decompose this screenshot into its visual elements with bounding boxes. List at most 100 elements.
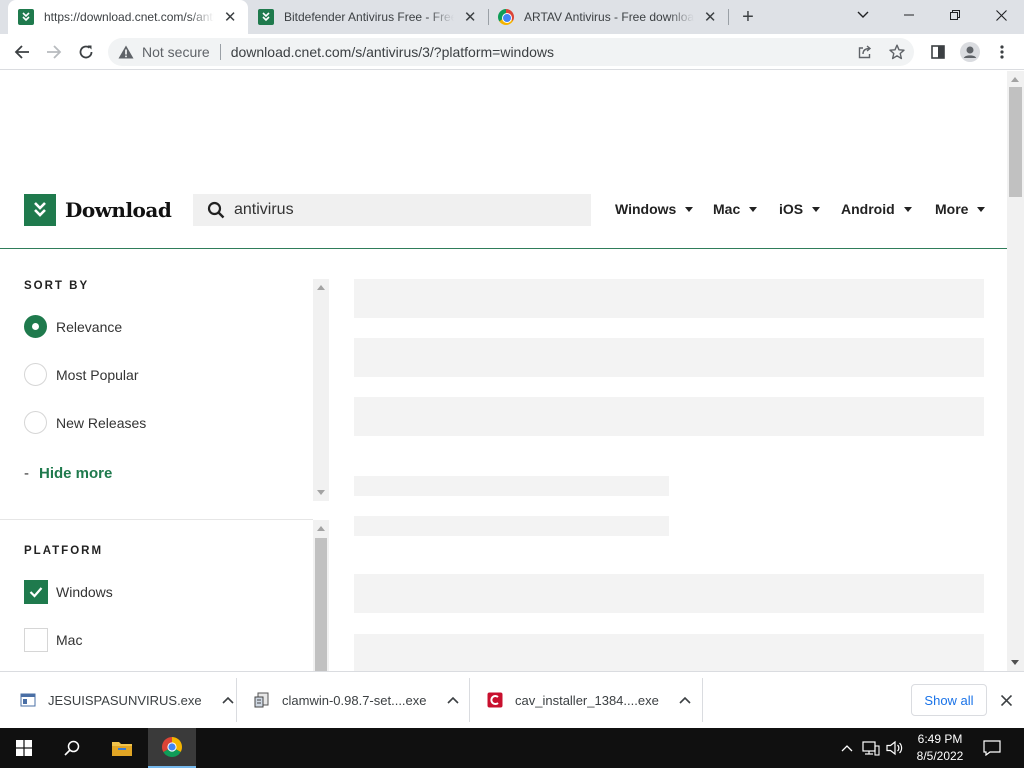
nav-ios[interactable]: iOS	[779, 201, 821, 217]
cnet-icon	[258, 9, 274, 25]
forward-icon[interactable]	[42, 40, 66, 64]
tab-title: ARTAV Antivirus - Free download	[524, 10, 695, 24]
reload-icon[interactable]	[74, 40, 98, 64]
tab-search-icon[interactable]	[840, 0, 886, 30]
radio-icon[interactable]	[24, 363, 47, 386]
windows-logo-icon	[16, 740, 32, 756]
sort-new-releases[interactable]: New Releases	[24, 411, 146, 434]
address-bar[interactable]: Not secure download.cnet.com/s/antivirus…	[108, 38, 914, 66]
url-text[interactable]: download.cnet.com/s/antivirus/3/?platfor…	[231, 44, 554, 60]
security-label[interactable]: Not secure	[142, 44, 210, 60]
tab-cnet-search[interactable]: https://download.cnet.com/s/antivirus/3/…	[8, 0, 248, 34]
show-all-button[interactable]: Show all	[911, 684, 987, 716]
tray-overflow-icon[interactable]	[838, 728, 856, 768]
new-tab-button[interactable]: +	[738, 6, 758, 28]
nav-label: More	[935, 201, 969, 217]
nav-label: Android	[841, 201, 895, 217]
sort-option-label: Most Popular	[56, 366, 139, 383]
scroll-up-icon[interactable]	[317, 526, 325, 531]
minimize-button[interactable]	[886, 0, 932, 30]
bookmark-star-icon[interactable]	[888, 43, 906, 61]
platform-scrollbar[interactable]	[313, 520, 329, 671]
scroll-thumb[interactable]	[1009, 87, 1022, 197]
scroll-up-icon[interactable]	[1011, 77, 1019, 82]
platform-label: Mac	[56, 632, 83, 648]
tab-strip: https://download.cnet.com/s/antivirus/3/…	[0, 0, 1024, 34]
scroll-down-icon[interactable]	[1011, 660, 1019, 665]
download-separator	[702, 678, 703, 722]
platform-windows[interactable]: Windows	[24, 580, 113, 604]
download-item[interactable]: JESUISPASUNVIRUS.exe	[20, 682, 236, 718]
network-icon[interactable]	[860, 728, 882, 768]
start-button[interactable]	[0, 728, 48, 768]
restore-button[interactable]	[932, 0, 978, 30]
taskbar-clock[interactable]: 6:49 PM 8/5/2022	[910, 731, 970, 765]
search-input[interactable]	[234, 201, 574, 219]
volume-icon[interactable]	[884, 728, 906, 768]
chevron-up-icon[interactable]	[220, 692, 236, 708]
chrome-icon	[162, 737, 182, 757]
close-tab-icon[interactable]: ✕	[462, 9, 478, 26]
nav-more[interactable]: More	[935, 201, 986, 217]
nav-mac[interactable]: Mac	[713, 201, 758, 217]
back-icon[interactable]	[10, 40, 34, 64]
sort-scrollbar[interactable]	[313, 279, 329, 501]
chevron-up-icon[interactable]	[677, 692, 693, 708]
platform-heading: PLATFORM	[24, 545, 104, 557]
chevron-up-icon[interactable]	[445, 692, 461, 708]
taskbar-search-button[interactable]	[48, 728, 96, 768]
tab-artav[interactable]: ARTAV Antivirus - Free download ✕	[488, 0, 728, 34]
download-separator	[469, 678, 470, 722]
chrome-taskbar-button[interactable]	[148, 728, 196, 768]
checkbox-checked-icon[interactable]	[24, 580, 48, 604]
nav-android[interactable]: Android	[841, 201, 912, 217]
file-explorer-button[interactable]	[98, 728, 146, 768]
profile-avatar-icon[interactable]	[958, 40, 982, 64]
sort-by-heading: SORT BY	[24, 280, 90, 292]
close-window-button[interactable]	[978, 0, 1024, 30]
download-item[interactable]: clamwin-0.98.7-set....exe	[254, 682, 461, 718]
section-divider	[0, 519, 313, 520]
share-icon[interactable]	[856, 43, 874, 61]
close-shelf-icon[interactable]	[996, 690, 1016, 710]
search-icon[interactable]	[207, 201, 225, 219]
platform-label: Windows	[56, 584, 113, 600]
radio-selected-icon[interactable]	[24, 315, 47, 338]
platform-mac[interactable]: Mac	[24, 628, 82, 652]
skeleton-line	[354, 516, 669, 536]
page-scrollbar[interactable]	[1007, 71, 1024, 671]
site-search[interactable]	[193, 194, 591, 226]
radio-icon[interactable]	[24, 411, 47, 434]
side-panel-icon[interactable]	[926, 40, 950, 64]
close-tab-icon[interactable]: ✕	[222, 9, 238, 26]
nav-windows[interactable]: Windows	[615, 201, 694, 217]
checkbox-icon[interactable]	[24, 628, 48, 652]
skeleton-line	[354, 476, 669, 496]
nav-label: Windows	[615, 201, 677, 217]
nav-label: Mac	[713, 201, 741, 217]
scroll-up-icon[interactable]	[317, 285, 325, 290]
skeleton-row	[354, 634, 984, 671]
tab-bitdefender[interactable]: Bitdefender Antivirus Free - Free downlo…	[248, 0, 488, 34]
notification-icon[interactable]	[978, 728, 1006, 768]
downloads-shelf: JESUISPASUNVIRUS.exe clamwin-0.98.7-set.…	[0, 671, 1024, 728]
scroll-thumb[interactable]	[315, 538, 327, 671]
caret-down-icon	[812, 206, 821, 212]
site-logo[interactable]: Download	[24, 194, 172, 226]
menu-kebab-icon[interactable]	[990, 40, 1014, 64]
search-icon	[64, 740, 80, 756]
sort-relevance[interactable]: Relevance	[24, 315, 122, 338]
minus-icon: -	[24, 465, 29, 482]
page-viewport: Download Windows Mac iOS Android More SO…	[0, 71, 1007, 671]
download-filename: clamwin-0.98.7-set....exe	[282, 692, 427, 708]
sort-option-label: New Releases	[56, 414, 147, 431]
installer-icon	[254, 692, 270, 708]
hide-more-label: Hide more	[39, 465, 113, 482]
download-item[interactable]: cav_installer_1384....exe	[487, 682, 693, 718]
sort-most-popular[interactable]: Most Popular	[24, 363, 138, 386]
hide-more-link[interactable]: - Hide more	[24, 465, 112, 482]
close-tab-icon[interactable]: ✕	[702, 9, 718, 26]
warning-icon[interactable]	[118, 44, 134, 60]
chrome-icon	[498, 9, 514, 25]
scroll-down-icon[interactable]	[317, 490, 325, 495]
